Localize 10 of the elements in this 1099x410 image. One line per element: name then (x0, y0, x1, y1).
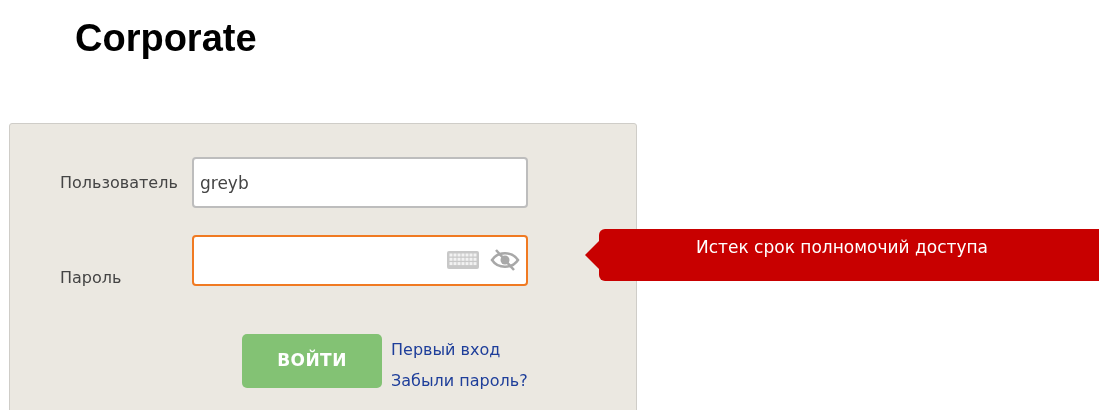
field-label: Пользователь (59, 171, 179, 194)
keyboard-icon[interactable] (446, 250, 480, 270)
password-field[interactable] (192, 234, 528, 286)
username-field[interactable]: greyb (192, 157, 528, 208)
page-title: Corporate (75, 16, 257, 61)
link[interactable]: Первый вход (391, 334, 528, 365)
eye-crossed-icon[interactable] (490, 248, 520, 272)
field-label: Пароль (59, 267, 123, 289)
link[interactable]: Забыли пароль? (391, 365, 528, 396)
error-message: Истек срок полномочий доступа (696, 236, 988, 259)
